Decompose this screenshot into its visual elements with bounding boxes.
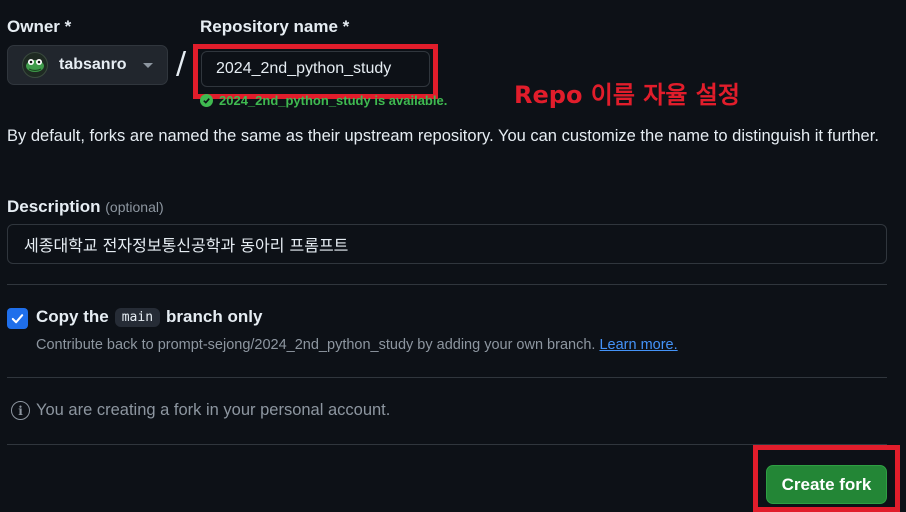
caret-down-icon [143, 62, 153, 68]
checkmark-icon [11, 314, 24, 324]
check-circle-icon [200, 94, 213, 107]
branch-name-code: main [114, 307, 161, 327]
owner-label: Owner * [7, 17, 72, 36]
availability-text: 2024_2nd_python_study is available. [219, 93, 448, 108]
contribute-message: Contribute back to prompt-sejong/2024_2n… [36, 337, 596, 353]
availability-message: 2024_2nd_python_study is available. [200, 93, 447, 108]
copy-branch-label: Copy the main branch only [36, 307, 262, 327]
description-label-text: Description [7, 197, 101, 216]
repository-name-label: Repository name * [200, 17, 350, 36]
description-input[interactable] [7, 224, 887, 264]
info-text: You are creating a fork in your personal… [36, 401, 391, 419]
description-optional: (optional) [105, 199, 164, 215]
divider [7, 284, 887, 285]
divider [7, 377, 887, 378]
divider [7, 444, 887, 445]
learn-more-link[interactable]: Learn more. [599, 337, 677, 353]
annotation-text: Repo 이름 자율 설정 [514, 81, 740, 109]
fork-name-hint: By default, forks are named the same as … [7, 127, 879, 145]
personal-account-info: i You are creating a fork in your person… [11, 401, 390, 420]
owner-select-button[interactable]: tabsanro [7, 45, 168, 85]
avatar-icon [22, 52, 48, 78]
owner-name: tabsanro [59, 56, 127, 73]
create-fork-button[interactable]: Create fork [766, 465, 887, 504]
fork-repository-page: Owner * Repository name * tabsanro / 202… [0, 0, 906, 512]
owner-repo-separator: / [176, 46, 187, 81]
repository-name-input[interactable] [201, 51, 430, 87]
copy-main-branch-checkbox[interactable] [7, 308, 28, 329]
description-label: Description (optional) [7, 197, 164, 217]
copy-prefix: Copy the [36, 307, 109, 326]
info-icon: i [11, 401, 30, 420]
contribute-text: Contribute back to prompt-sejong/2024_2n… [36, 337, 678, 353]
copy-suffix: branch only [166, 307, 263, 326]
